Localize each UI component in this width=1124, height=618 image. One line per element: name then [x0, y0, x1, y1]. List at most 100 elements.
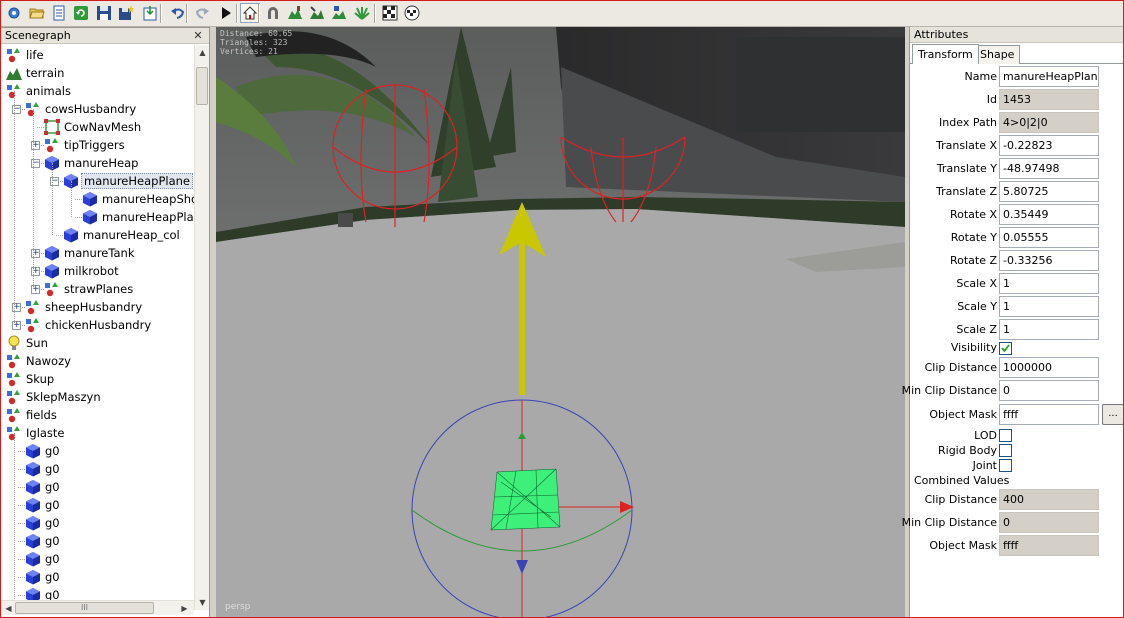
cube-icon: [25, 515, 41, 531]
open-file-button[interactable]: [27, 3, 47, 23]
terrain-sculpt-button[interactable]: [285, 3, 305, 23]
rotate-y-field[interactable]: 0.05555: [999, 227, 1099, 248]
tree-node[interactable]: CowNavMesh: [1, 118, 194, 136]
save-as-button[interactable]: [116, 3, 136, 23]
joint-checkbox[interactable]: [999, 459, 1012, 472]
foliage-paint-button[interactable]: [352, 3, 372, 23]
terrain-paint-button[interactable]: [307, 3, 327, 23]
tree-node[interactable]: − manureHeapPlane: [1, 172, 194, 190]
tree-node[interactable]: − cowsHusbandry: [1, 100, 194, 118]
tree-node[interactable]: Nawozy: [1, 352, 194, 370]
undo-button[interactable]: [168, 3, 188, 23]
tree-node-label: manureHeap_col: [83, 228, 180, 242]
tree-connector: [33, 109, 34, 289]
scale-z-field[interactable]: 1: [999, 319, 1099, 340]
viewport-stats: Distance: 60.65 Triangles: 323 Vertices:…: [220, 29, 292, 56]
scale-y-field[interactable]: 1: [999, 296, 1099, 317]
scene-list-button[interactable]: [49, 3, 69, 23]
tree-node[interactable]: manureHeapPlane: [1, 208, 194, 226]
min-clip-distance-field[interactable]: 0: [999, 380, 1099, 401]
select-mode-button[interactable]: [240, 3, 260, 23]
translate-x-field[interactable]: -0.22823: [999, 135, 1099, 156]
tree-node[interactable]: g0: [1, 532, 194, 550]
terrain-paint-icon: [310, 6, 324, 19]
tab-shape[interactable]: Shape: [974, 45, 1021, 64]
redo-button[interactable]: [192, 3, 212, 23]
tree-vertical-scroll-thumb[interactable]: [196, 67, 208, 105]
rotate-z-field[interactable]: -0.33256: [999, 250, 1099, 271]
clip-distance-field[interactable]: 1000000: [999, 357, 1099, 378]
tree-node[interactable]: + tipTriggers: [1, 136, 194, 154]
tree-node[interactable]: g0: [1, 478, 194, 496]
tree-node[interactable]: SklepMaszyn: [1, 388, 194, 406]
tree-node[interactable]: Skup: [1, 370, 194, 388]
attribute-label: Translate X: [936, 139, 997, 152]
tree-node[interactable]: − manureHeap: [1, 154, 194, 172]
tree-node[interactable]: + milkrobot: [1, 262, 194, 280]
tree-node[interactable]: manureHeap_col: [1, 226, 194, 244]
object-mask-field[interactable]: ffff: [999, 404, 1099, 425]
tree-node[interactable]: life: [1, 46, 194, 64]
tree-node-label: Sun: [26, 336, 48, 350]
combined-min-clip-distance-field: 0: [999, 512, 1099, 533]
material-settings-button[interactable]: [402, 3, 422, 23]
attribute-row-rotate-z: Rotate Z -0.33256: [910, 250, 1124, 271]
attribute-row-name: Name manureHeapPlane: [910, 66, 1124, 87]
tree-node[interactable]: Sun: [1, 334, 194, 352]
scroll-left-icon[interactable]: ◀: [1, 601, 16, 616]
cube-icon: [25, 533, 41, 549]
toolbar-separator: [186, 4, 188, 23]
name-field[interactable]: manureHeapPlane: [999, 66, 1099, 87]
new-scene-button[interactable]: [4, 3, 24, 23]
3d-viewport[interactable]: Distance: 60.65 Triangles: 323 Vertices:…: [216, 27, 905, 618]
scale-x-field[interactable]: 1: [999, 273, 1099, 294]
object-mask-browse-button[interactable]: ...: [1102, 404, 1124, 425]
tree-node-label: g0: [45, 552, 60, 566]
tree-node[interactable]: terrain: [1, 64, 194, 82]
cube-icon: [25, 497, 41, 513]
tree-node[interactable]: + strawPlanes: [1, 280, 194, 298]
tree-node[interactable]: fields: [1, 406, 194, 424]
tree-node[interactable]: g0: [1, 496, 194, 514]
attribute-row-rigid-body: Rigid Body: [910, 443, 1124, 458]
tree-node[interactable]: + manureTank: [1, 244, 194, 262]
scroll-right-icon[interactable]: ▶: [177, 601, 192, 616]
magnet-mode-button[interactable]: [263, 3, 283, 23]
tree-node[interactable]: Iglaste: [1, 424, 194, 442]
import-button[interactable]: [140, 3, 160, 23]
refresh-button[interactable]: [71, 3, 91, 23]
tree-node[interactable]: animals: [1, 82, 194, 100]
translate-y-field[interactable]: -48.97498: [999, 158, 1099, 179]
attributes-title: Attributes: [914, 28, 969, 41]
save-button[interactable]: [94, 3, 114, 23]
terrain-info-button[interactable]: [329, 3, 349, 23]
tree-node[interactable]: g0: [1, 442, 194, 460]
tree-node[interactable]: + chickenHusbandry: [1, 316, 194, 334]
tree-node[interactable]: g0: [1, 460, 194, 478]
translate-z-field[interactable]: 5.80725: [999, 181, 1099, 202]
visibility-checkbox[interactable]: [999, 342, 1012, 355]
render-settings-button[interactable]: [380, 3, 400, 23]
tab-transform[interactable]: Transform: [912, 44, 979, 64]
scroll-down-icon[interactable]: ▼: [195, 595, 210, 610]
tree-node[interactable]: g0: [1, 550, 194, 568]
tree-node[interactable]: + sheepHusbandry: [1, 298, 194, 316]
attribute-label: Translate Y: [936, 162, 997, 175]
close-icon[interactable]: ✕: [192, 29, 204, 42]
navmesh-icon: [44, 119, 60, 135]
lod-checkbox[interactable]: [999, 429, 1012, 442]
play-button[interactable]: [216, 3, 236, 23]
rigid-body-checkbox[interactable]: [999, 444, 1012, 457]
tree-horizontal-scrollbar[interactable]: ◀ III ▶: [1, 600, 194, 615]
tree-node[interactable]: g0: [1, 514, 194, 532]
selected-mesh-wireframe[interactable]: [490, 468, 561, 531]
tree-node[interactable]: manureHeapShovel: [1, 190, 194, 208]
tree-node[interactable]: g0: [1, 568, 194, 586]
attribute-label: Min Clip Distance: [901, 516, 997, 529]
floppy-star-icon: [119, 5, 134, 20]
play-icon: [222, 7, 231, 19]
rotate-x-field[interactable]: 0.35449: [999, 204, 1099, 225]
tree-horizontal-scroll-thumb[interactable]: III: [15, 602, 154, 614]
tree-vertical-scrollbar[interactable]: ▲ ▼: [194, 45, 209, 610]
scroll-up-icon[interactable]: ▲: [195, 45, 210, 60]
